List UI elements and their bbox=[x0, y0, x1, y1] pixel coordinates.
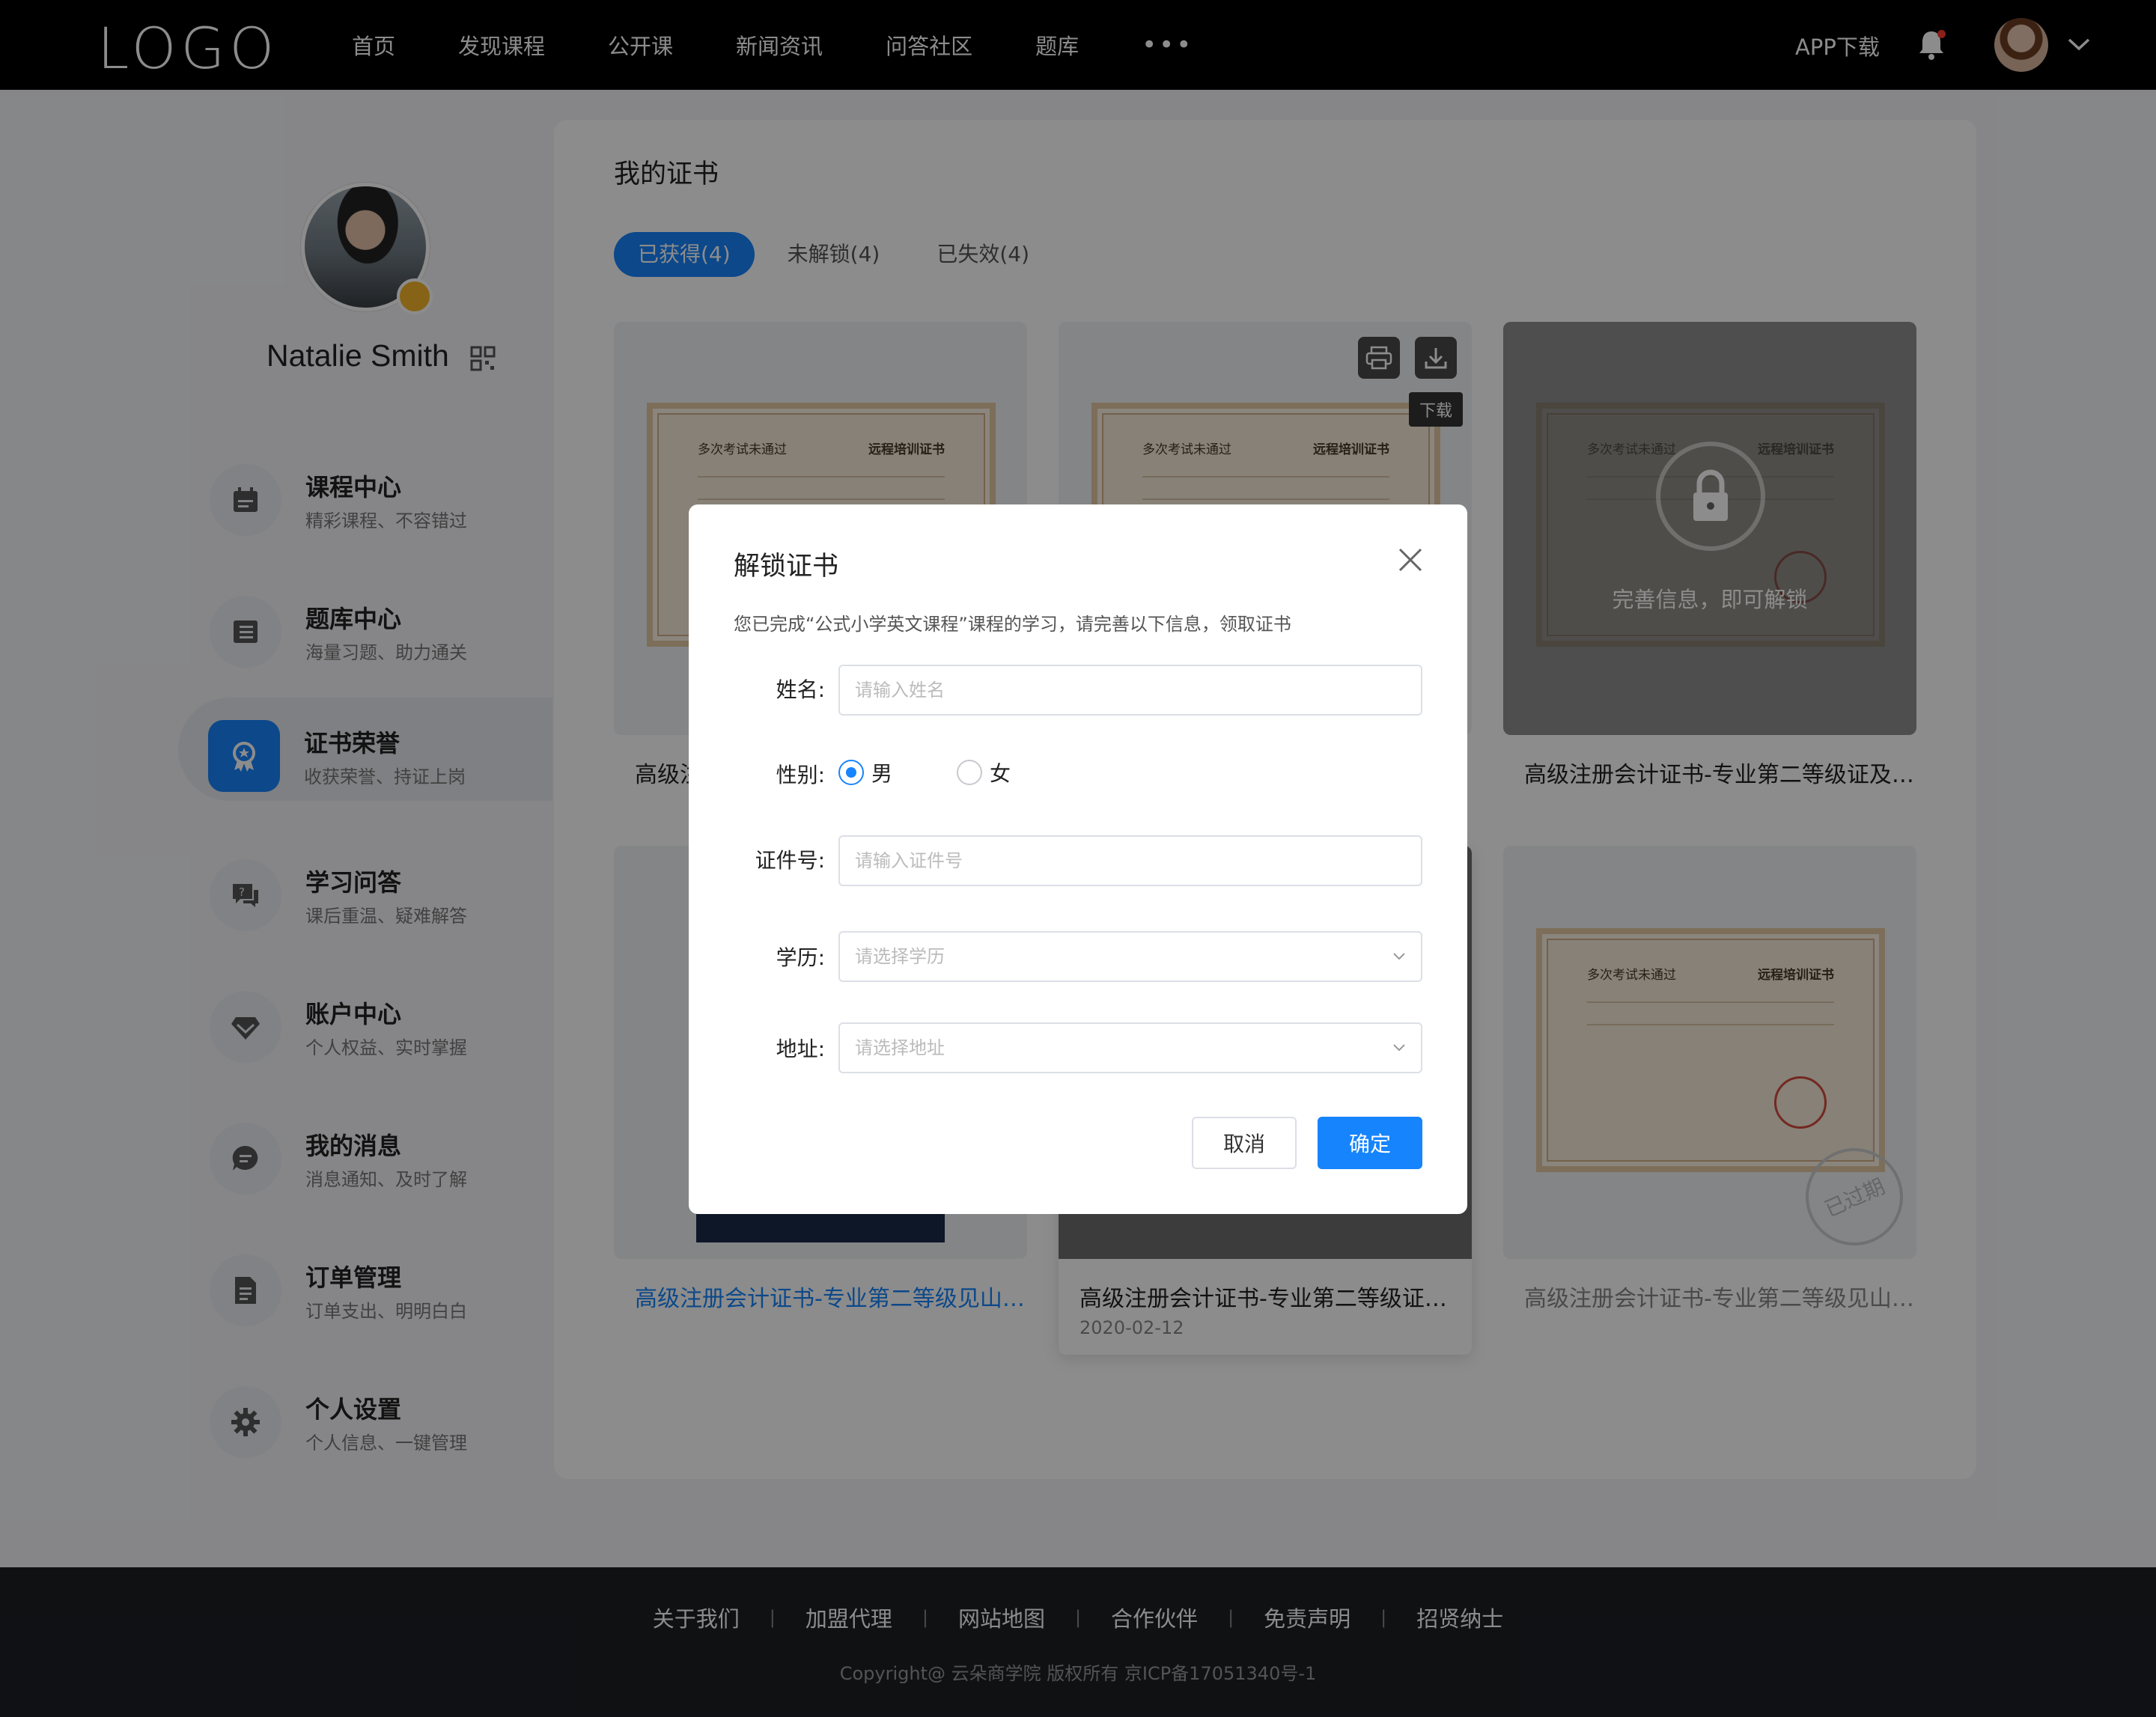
gender-radio-female[interactable]: 女 bbox=[957, 757, 1011, 787]
address-select[interactable]: 请选择地址 bbox=[838, 1022, 1422, 1073]
name-input[interactable]: 请输入姓名 bbox=[838, 665, 1422, 716]
dialog-title: 解锁证书 bbox=[734, 552, 839, 582]
id-number-input[interactable]: 请输入证件号 bbox=[838, 835, 1422, 886]
address-label: 地址: bbox=[776, 1037, 825, 1061]
name-label: 姓名: bbox=[776, 677, 825, 702]
education-label: 学历: bbox=[776, 945, 825, 970]
chevron-down-icon bbox=[1393, 953, 1405, 960]
cancel-button[interactable]: 取消 bbox=[1192, 1117, 1297, 1169]
radio-label: 男 bbox=[871, 761, 893, 786]
id-number-label: 证件号: bbox=[755, 848, 825, 873]
radio-label: 女 bbox=[990, 761, 1011, 786]
close-icon[interactable] bbox=[1394, 543, 1427, 576]
address-placeholder: 请选择地址 bbox=[855, 1037, 945, 1058]
confirm-button[interactable]: 确定 bbox=[1318, 1117, 1422, 1169]
education-placeholder: 请选择学历 bbox=[855, 946, 945, 967]
chevron-down-icon bbox=[1393, 1044, 1405, 1052]
gender-radio-male[interactable]: 男 bbox=[838, 757, 892, 787]
education-select[interactable]: 请选择学历 bbox=[838, 931, 1422, 982]
dialog-description: 您已完成“公式小学英文课程”课程的学习，请完善以下信息，领取证书 bbox=[734, 614, 1291, 635]
gender-label: 性别: bbox=[776, 763, 825, 787]
unlock-certificate-dialog: 解锁证书 您已完成“公式小学英文课程”课程的学习，请完善以下信息，领取证书 姓名… bbox=[689, 504, 1467, 1214]
radio-circle bbox=[838, 760, 864, 785]
radio-circle bbox=[957, 760, 982, 785]
